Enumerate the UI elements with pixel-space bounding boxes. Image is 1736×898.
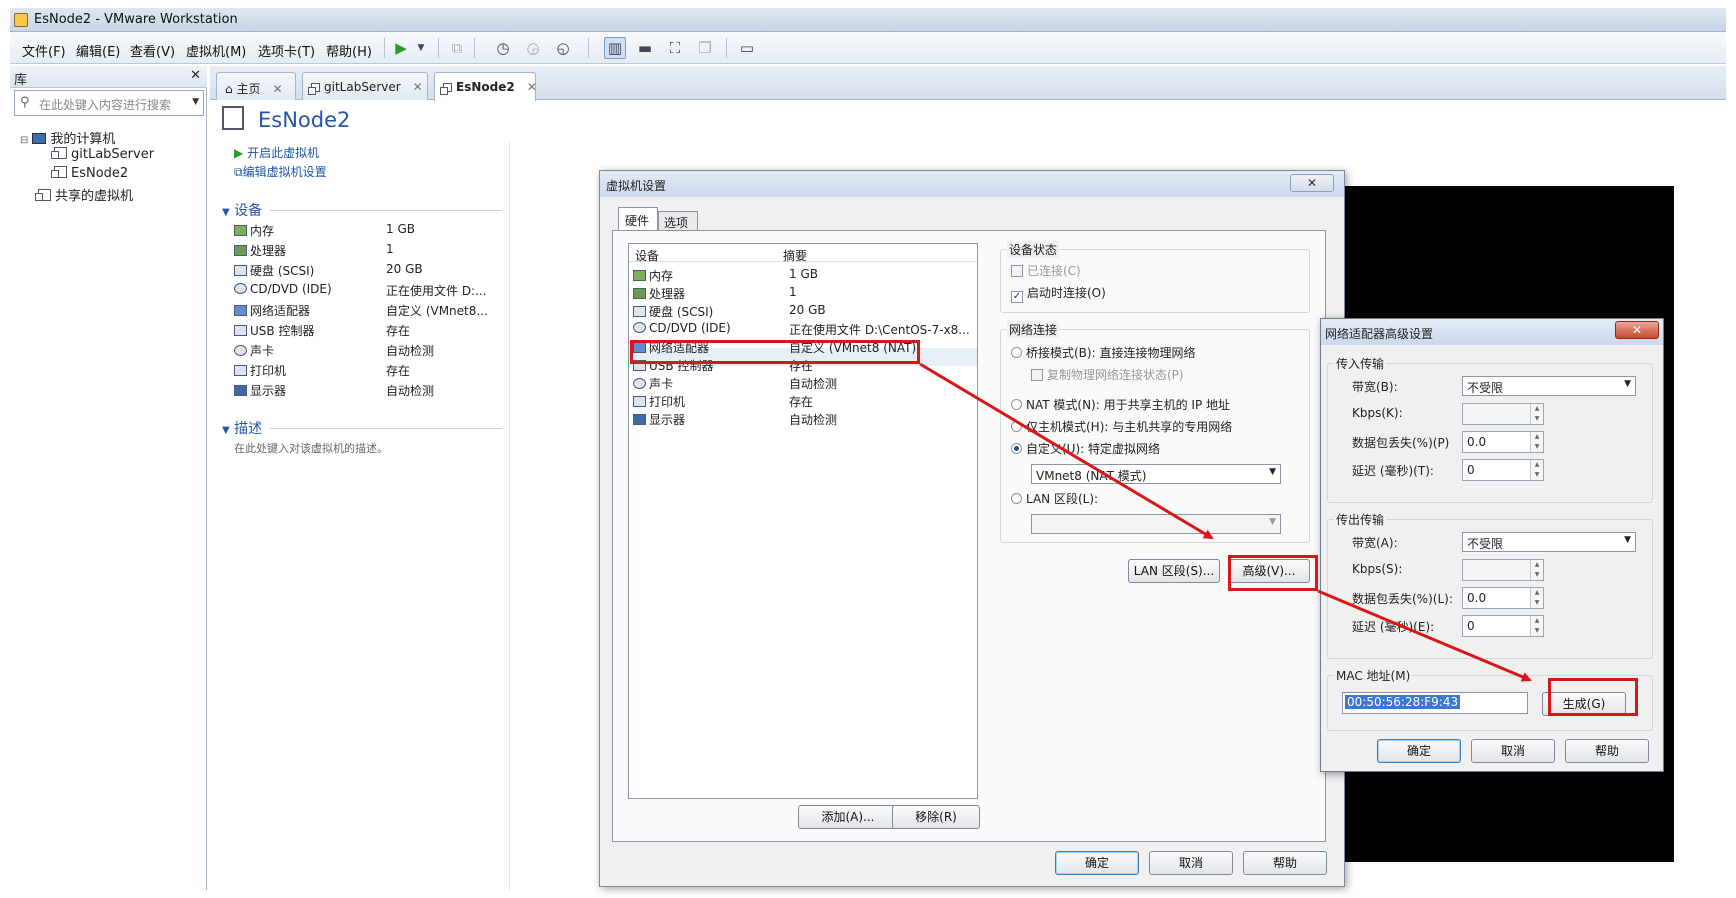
annotation-arrows: [919, 362, 1532, 682]
annotation-arrow: [1317, 589, 1532, 682]
annotation-arrow: [919, 362, 1214, 540]
